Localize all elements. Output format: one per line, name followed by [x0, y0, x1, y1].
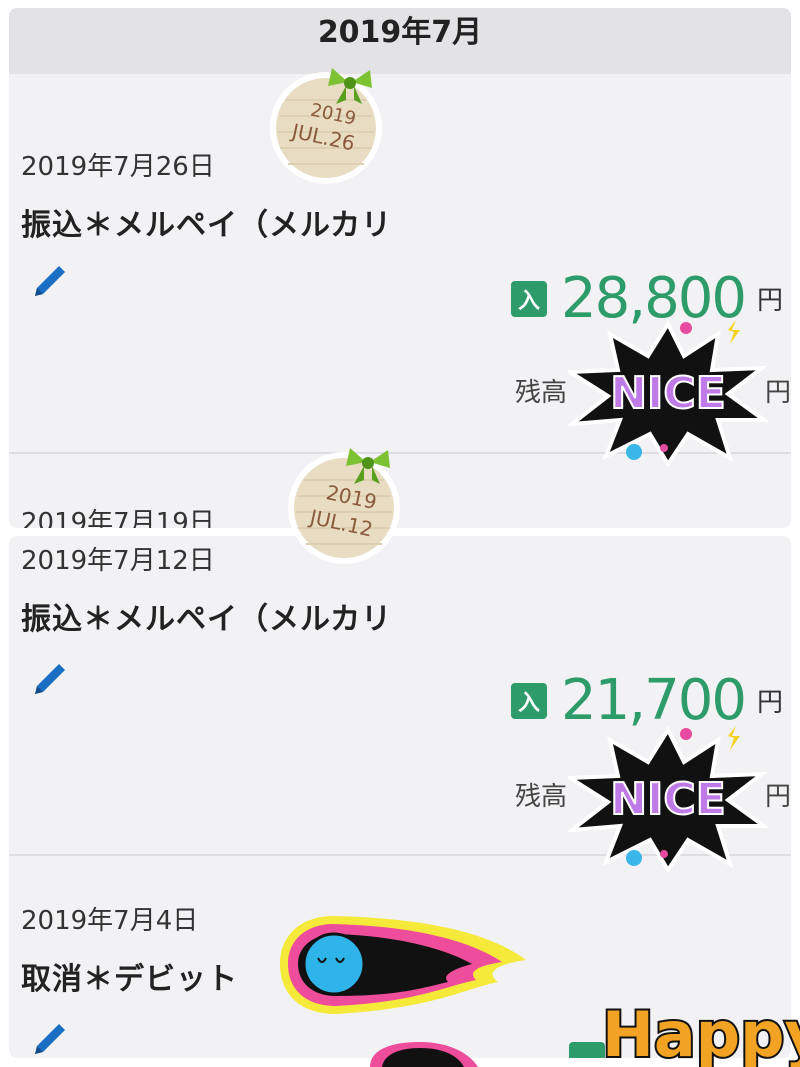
income-badge: 入 [511, 682, 548, 719]
transaction-description: 振込＊メルペイ（メルカリ [21, 208, 393, 243]
transaction-date: 2019年7月4日 [21, 906, 199, 936]
balance-label: 残高 [515, 378, 568, 408]
transaction-description: 振込＊メルペイ（メルカリ [21, 602, 393, 637]
balance-currency: 円 [765, 782, 791, 812]
currency-label: 円 [756, 286, 783, 316]
comet-sticker-partial [370, 1042, 478, 1067]
pencil-icon[interactable] [29, 1016, 73, 1058]
nice-burst-sticker: NICE [568, 319, 768, 466]
pencil-icon[interactable] [29, 656, 73, 700]
transaction-date: 2019年7月26日 [21, 152, 215, 182]
nice-text: NICE [610, 774, 726, 825]
month-header: 2019年7月 [9, 8, 791, 74]
balance-currency: 円 [765, 378, 791, 408]
date-stamp-sticker: 2019 JUL.26 [270, 68, 382, 184]
date-stamp-sticker: 2019 JUL.12 [288, 448, 400, 564]
currency-label: 円 [756, 688, 783, 718]
transaction-date: 2019年7月12日 [21, 546, 215, 576]
pencil-icon[interactable] [29, 258, 73, 302]
nice-burst-sticker: NICE [568, 725, 768, 872]
transaction-description: 取消＊デビット [21, 962, 238, 997]
transaction-date: 2019年7月19日 [21, 508, 215, 528]
nice-text: NICE [610, 368, 726, 419]
happy-text-sticker: Happy [600, 996, 800, 1067]
income-badge: 入 [511, 280, 548, 317]
comet-sticker [280, 916, 526, 1014]
balance-label: 残高 [515, 782, 568, 812]
happy-text: Happy [602, 998, 800, 1067]
